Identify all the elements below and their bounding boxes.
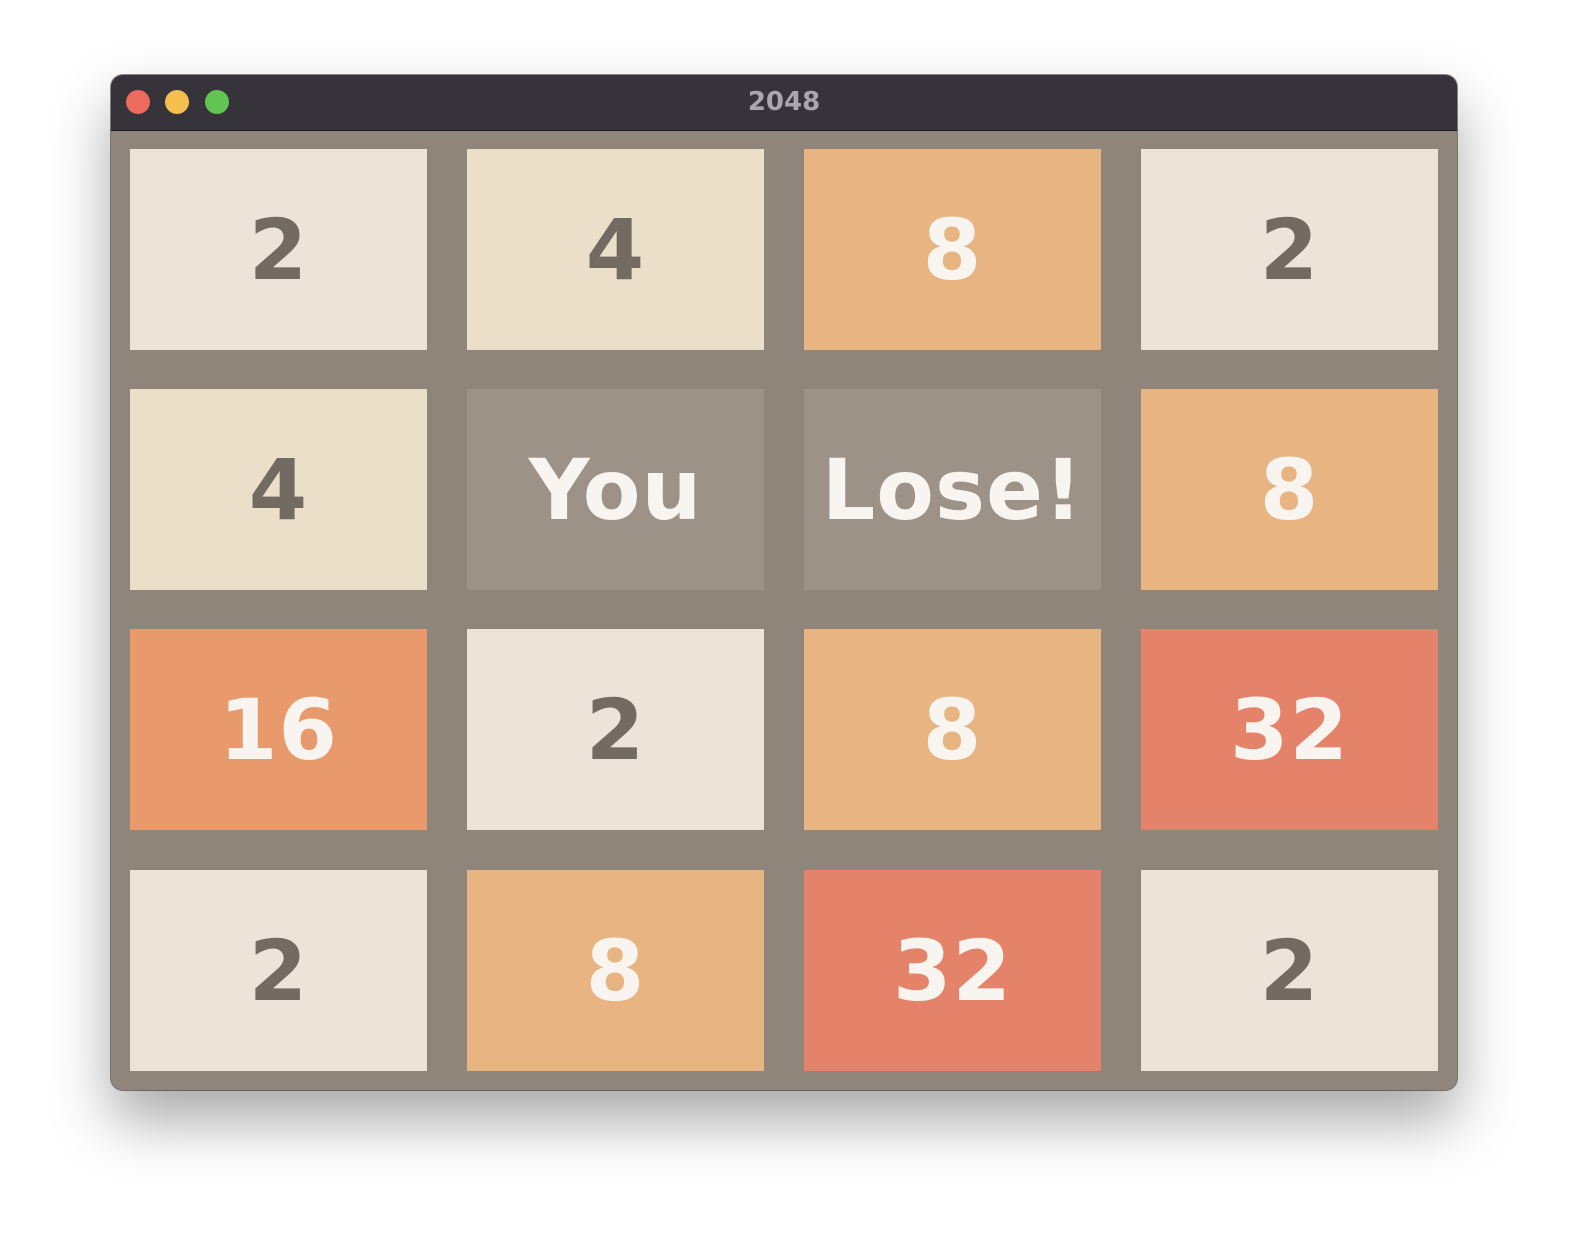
tile-r4-c4: 2 [1141,870,1438,1071]
tile-r3-c4: 32 [1141,629,1438,830]
tile-r1-c4: 2 [1141,149,1438,350]
window-title: 2048 [747,87,821,117]
tile-r1-c2: 4 [467,149,764,350]
tile-r4-c1: 2 [130,870,427,1071]
tile-r1-c1: 2 [130,149,427,350]
game-board: 2 4 8 2 4 You Lose! 8 16 2 8 32 2 8 32 2 [111,131,1457,1090]
tile-r4-c3: 32 [804,870,1101,1071]
tile-r3-c2: 2 [467,629,764,830]
tile-r1-c3: 8 [804,149,1101,350]
tile-r4-c2: 8 [467,870,764,1071]
tile-r3-c1: 16 [130,629,427,830]
title-bar[interactable]: 2048 [111,75,1457,131]
tile-r2-c1: 4 [130,389,427,590]
tile-r2-c4: 8 [1141,389,1438,590]
game-over-message-lose: Lose! [804,389,1101,590]
tile-r3-c3: 8 [804,629,1101,830]
game-window: 2048 2 4 8 2 4 You Lose! 8 16 2 8 32 2 8… [111,75,1457,1090]
game-over-message-you: You [467,389,764,590]
